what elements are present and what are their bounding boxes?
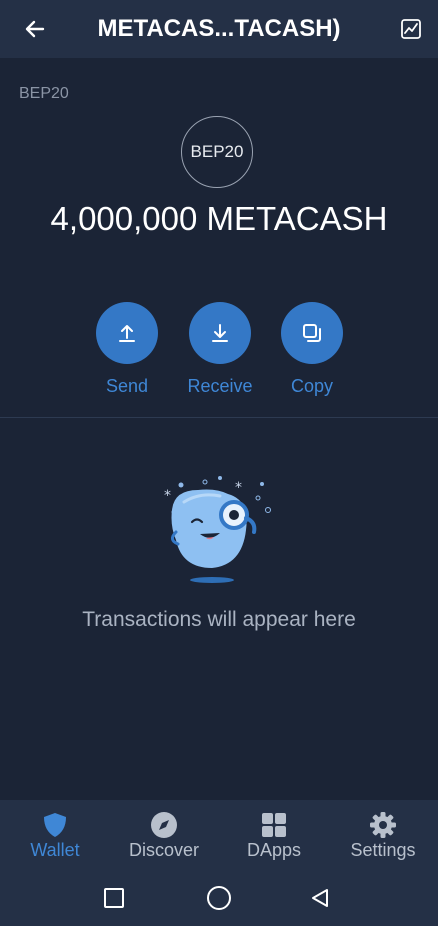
- nav-item-discover[interactable]: Discover: [109, 800, 219, 870]
- nav-label-wallet: Wallet: [30, 840, 80, 860]
- section-divider: [0, 417, 438, 418]
- network-label: BEP20: [19, 85, 69, 102]
- grid-icon: [259, 810, 289, 840]
- empty-transactions-illustration: * *: [164, 476, 271, 583]
- triangle-back-icon: [312, 889, 328, 907]
- home-button[interactable]: [205, 884, 233, 912]
- copy-icon: [303, 324, 321, 342]
- recent-apps-button[interactable]: [100, 884, 128, 912]
- circle-icon: [207, 886, 231, 910]
- nav-item-dapps[interactable]: DApps: [219, 800, 329, 870]
- send-circle[interactable]: [96, 302, 158, 364]
- svg-text:*: *: [235, 480, 242, 496]
- app-header: METACAS...TACASH): [0, 0, 438, 58]
- copy-circle[interactable]: [281, 302, 343, 364]
- back-nav-button[interactable]: [306, 884, 334, 912]
- send-button[interactable]: Send: [77, 302, 177, 402]
- chart-icon: [401, 19, 421, 39]
- send-label: Send: [105, 376, 149, 396]
- nav-label-settings: Settings: [350, 840, 416, 860]
- square-icon: [104, 888, 124, 908]
- receive-circle[interactable]: [189, 302, 251, 364]
- receive-button[interactable]: Receive: [170, 302, 270, 402]
- receive-label: Receive: [187, 376, 253, 396]
- compass-icon: [149, 810, 179, 840]
- arrow-left-icon: [25, 20, 45, 38]
- gear-icon: [368, 810, 398, 840]
- bottom-navigation: Wallet Discover DApps Settings: [0, 800, 438, 870]
- system-navigation-bar: [0, 870, 438, 926]
- page-title: METACAS...TACASH): [97, 15, 341, 42]
- back-button[interactable]: [18, 12, 52, 46]
- download-icon: [212, 324, 228, 342]
- nav-label-dapps: DApps: [246, 840, 302, 860]
- svg-text:*: *: [164, 488, 171, 504]
- token-logo: BEP20: [181, 116, 253, 188]
- empty-state-message: Transactions will appear here: [82, 608, 356, 631]
- upload-icon: [119, 325, 135, 342]
- token-balance: 4,000,000 METACASH: [50, 200, 388, 237]
- copy-label: Copy: [290, 376, 334, 396]
- nav-item-settings[interactable]: Settings: [328, 800, 438, 870]
- copy-button[interactable]: Copy: [262, 302, 362, 402]
- nav-item-wallet[interactable]: Wallet: [0, 800, 110, 870]
- shield-icon: [40, 810, 70, 840]
- token-detail-screen: METACAS...TACASH) BEP20 BEP20 4,000,000 …: [0, 0, 438, 926]
- nav-label-discover: Discover: [128, 840, 199, 860]
- price-chart-button[interactable]: [396, 14, 426, 44]
